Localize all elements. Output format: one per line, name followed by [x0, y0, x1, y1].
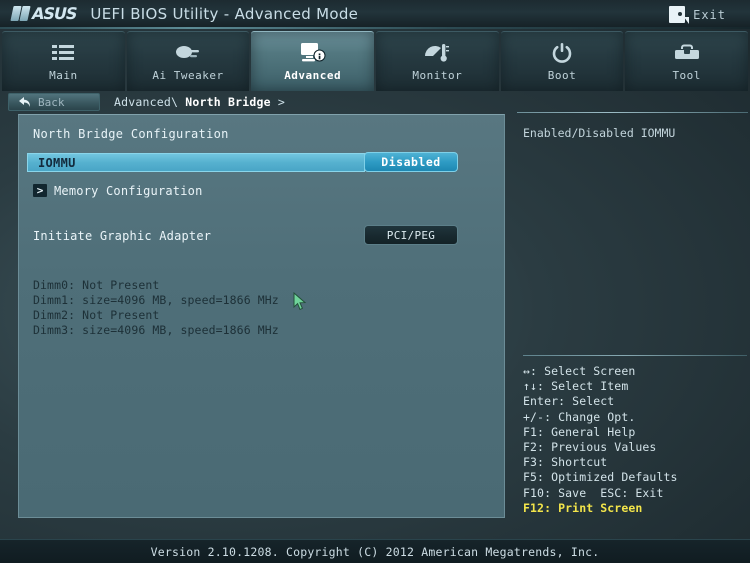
title-bar: ASUS UEFI BIOS Utility - Advanced Mode E… [0, 0, 750, 29]
legend-item: ↔: Select Screen [523, 364, 636, 378]
help-description: Enabled/Disabled IOMMU [523, 126, 676, 140]
tab-label: Tool [672, 69, 701, 82]
tab-monitor[interactable]: Monitor [376, 31, 499, 91]
toolbox-icon [674, 41, 700, 65]
memory-configuration-label: Memory Configuration [54, 183, 203, 198]
breadcrumb-bar: Back Advanced\ North Bridge > [0, 92, 750, 112]
exit-button-label: Exit [693, 7, 726, 22]
asus-wordmark: ASUS [29, 4, 79, 23]
back-button[interactable]: Back [8, 93, 100, 111]
tuning-knob-icon [175, 41, 201, 65]
dimm-line: Dimm2: Not Present [33, 308, 160, 322]
dimm-info-list: Dimm0: Not Present Dimm1: size=4096 MB, … [33, 278, 279, 338]
chevron-glyph: > [36, 184, 44, 197]
tab-main[interactable]: Main [2, 31, 125, 91]
main-tab-bar: Main Ai Tweaker Advanced Monitor Boot To… [0, 31, 750, 91]
page-title: UEFI BIOS Utility - Advanced Mode [90, 4, 359, 23]
monitor-info-icon [300, 41, 326, 65]
iommu-value-label: Disabled [381, 155, 441, 169]
iommu-value-button[interactable]: Disabled [364, 152, 458, 172]
setting-row-graphic-adapter[interactable]: Initiate Graphic Adapter [33, 225, 211, 244]
back-button-label: Back [38, 95, 65, 109]
chevron-right-icon: > [33, 184, 47, 197]
graphic-adapter-label: Initiate Graphic Adapter [33, 229, 212, 243]
tab-advanced[interactable]: Advanced [251, 31, 375, 91]
legend-item: F2: Previous Values [523, 440, 657, 455]
legend-item-print-screen: F12: Print Screen [523, 500, 643, 515]
tab-ai-tweaker[interactable]: Ai Tweaker [126, 31, 250, 91]
legend-item: F3: Shortcut [523, 455, 608, 470]
asus-logo: ASUS [10, 4, 78, 23]
legend-item: +/-: Change Opt. [523, 409, 636, 424]
dimm-line: Dimm1: size=4096 MB, speed=1866 MHz [33, 293, 279, 307]
tab-label: Monitor [412, 69, 463, 82]
tab-tool[interactable]: Tool [625, 31, 749, 91]
legend-item: ↑↓: Select Item [523, 379, 629, 394]
dimm-line: Dimm0: Not Present [33, 278, 160, 292]
help-panel: Enabled/Disabled IOMMU ↔: Select Screen … [513, 112, 750, 518]
breadcrumb-suffix: > [270, 95, 285, 109]
graphic-adapter-value-label: PCI/PEG [386, 228, 436, 242]
tab-label: Advanced [284, 69, 342, 82]
logo-bar [19, 6, 31, 21]
iommu-label: IOMMU [38, 155, 76, 170]
breadcrumb: Advanced\ North Bridge > [114, 95, 285, 109]
section-title: North Bridge Configuration [33, 127, 229, 141]
exit-door-icon [669, 6, 690, 24]
legend-item: F5: Optimized Defaults [523, 470, 678, 485]
power-icon [552, 41, 572, 65]
version-copyright-text: Version 2.10.1208. Copyright (C) 2012 Am… [150, 544, 600, 559]
submenu-memory-configuration[interactable]: > Memory Configuration [33, 181, 273, 200]
key-legend: ↔: Select Screen ↑↓: Select Item Enter: … [523, 354, 747, 516]
list-icon [52, 41, 75, 65]
dimm-line: Dimm3: size=4096 MB, speed=1866 MHz [33, 323, 279, 337]
back-arrow-icon [18, 96, 31, 108]
graphic-adapter-value-button[interactable]: PCI/PEG [364, 225, 458, 245]
legend-item: F10: Save ESC: Exit [523, 485, 664, 500]
bios-screen: ASUS UEFI BIOS Utility - Advanced Mode E… [0, 0, 750, 563]
tab-label: Boot [547, 69, 577, 82]
legend-item: Enter: Select [523, 394, 615, 409]
footer-bar: Version 2.10.1208. Copyright (C) 2012 Am… [0, 539, 750, 563]
tab-boot[interactable]: Boot [500, 31, 624, 91]
tab-label: Ai Tweaker [152, 69, 224, 82]
legend-item: F1: General Help [523, 424, 636, 439]
breadcrumb-current: North Bridge [185, 95, 271, 109]
tab-label: Main [49, 69, 78, 82]
exit-button[interactable]: Exit [665, 4, 736, 25]
gauge-thermometer-icon [424, 41, 450, 65]
setting-row-iommu[interactable]: IOMMU [27, 153, 365, 172]
breadcrumb-parent[interactable]: Advanced\ [114, 95, 185, 109]
settings-panel: North Bridge Configuration IOMMU Disable… [18, 114, 505, 518]
